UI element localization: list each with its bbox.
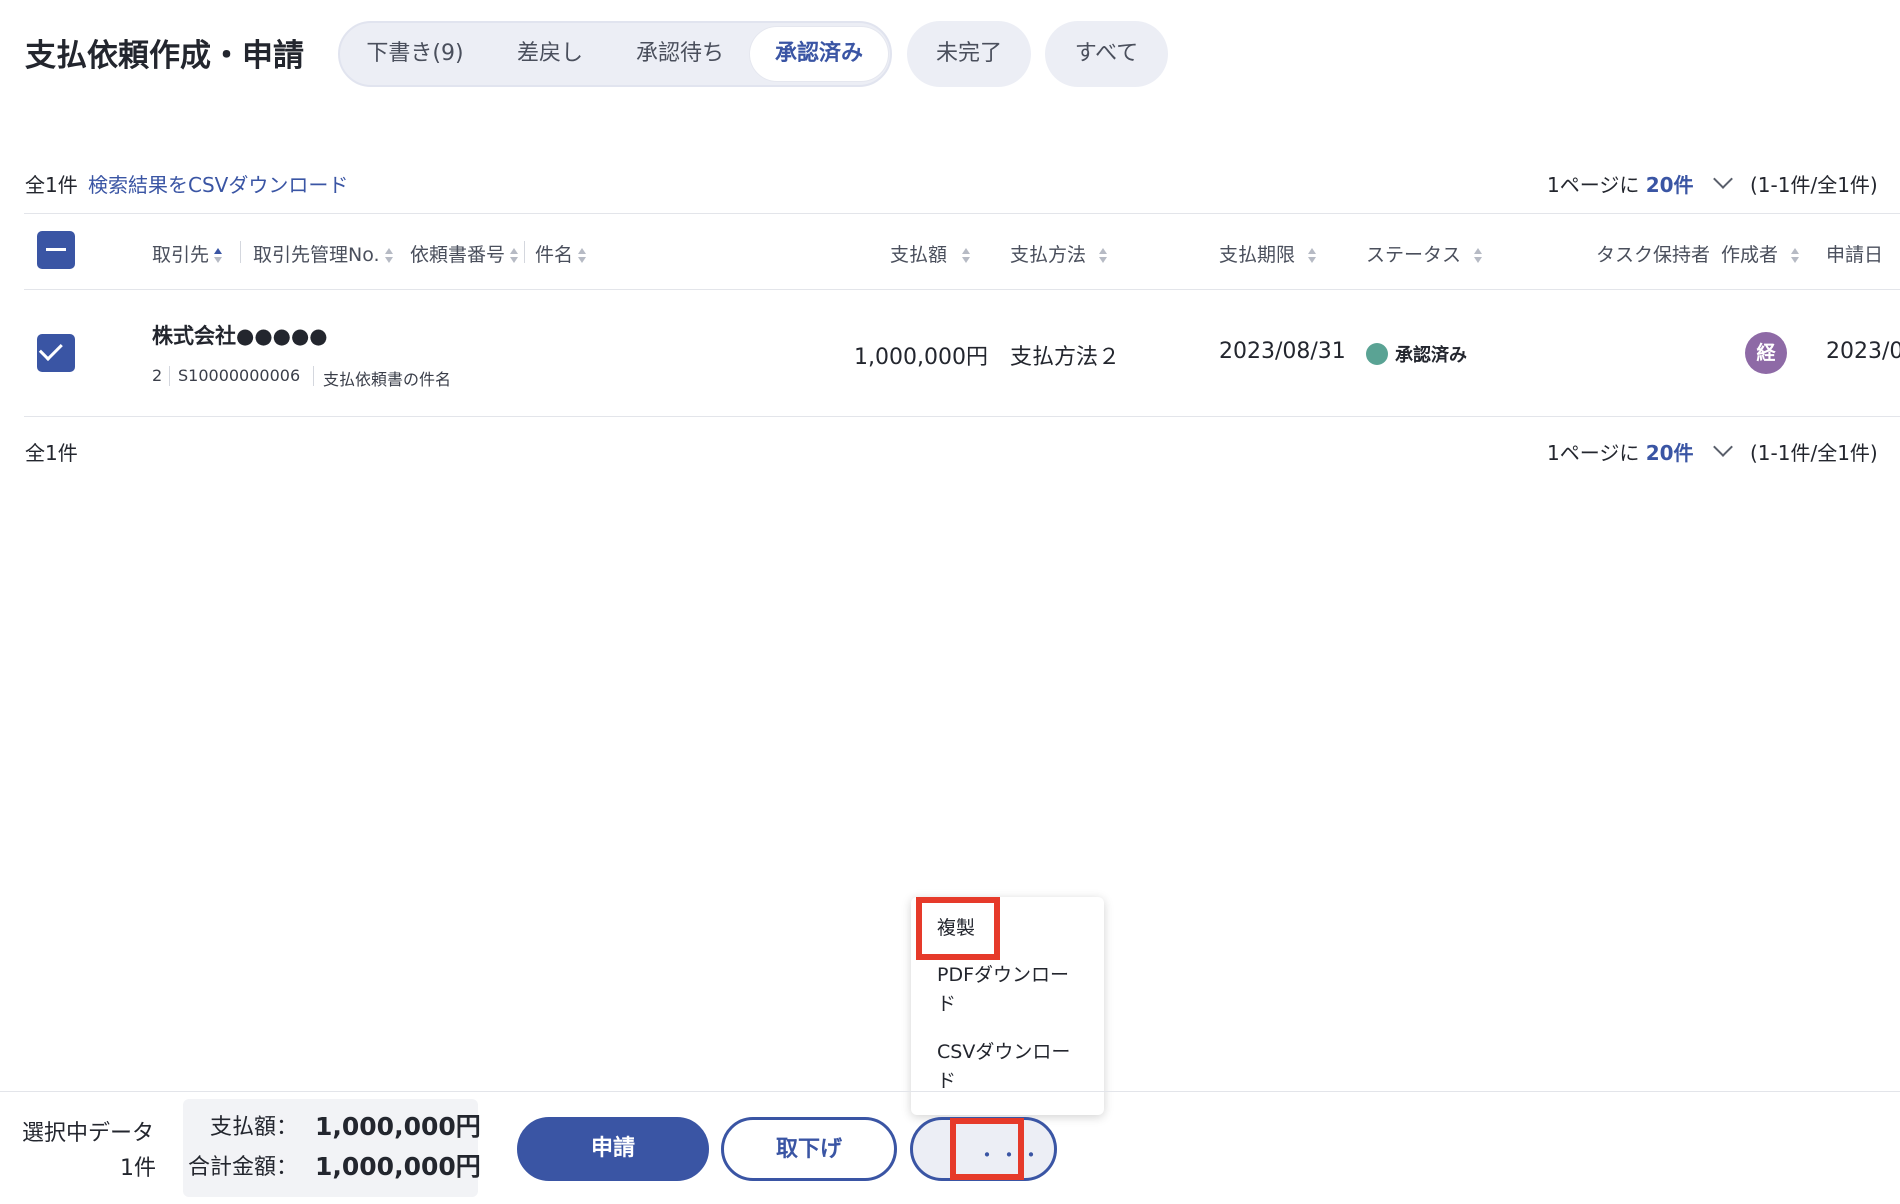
more-actions-menu: 複製 PDFダウンロード CSVダウンロード: [911, 897, 1104, 1115]
column-header-amount[interactable]: 支払額: [890, 240, 971, 267]
result-count-bottom: 全1件: [25, 441, 78, 465]
chevron-down-icon[interactable]: [1713, 437, 1733, 457]
divider: [24, 416, 1900, 417]
per-page-prefix: 1ページに: [1547, 173, 1640, 197]
column-separator: [524, 241, 525, 263]
menu-item-csv-download[interactable]: CSVダウンロード: [937, 1038, 1087, 1096]
method-cell: 支払方法２: [1010, 345, 1121, 370]
total-value: 1,000,000円: [315, 1152, 481, 1181]
column-header-vendor[interactable]: 取引先: [152, 240, 223, 267]
creator-avatar: 経: [1745, 332, 1787, 374]
more-dots-icon: ・・・: [977, 1143, 1043, 1167]
sort-icon: [577, 247, 587, 265]
sort-icon: [1790, 247, 1800, 265]
per-page-selector-bottom[interactable]: 1ページに 20件: [1547, 437, 1694, 466]
more-actions-highlight[interactable]: ・・・: [950, 1118, 1041, 1180]
csv-download-link[interactable]: 検索結果をCSVダウンロード: [88, 169, 348, 198]
divider: [24, 289, 1900, 290]
column-header-request-no[interactable]: 依頼書番号: [410, 240, 519, 267]
apply-button[interactable]: 申請: [517, 1117, 709, 1181]
sort-icon: [1307, 247, 1317, 265]
selected-data-label: 選択中データ: [22, 1121, 155, 1146]
tab-returned[interactable]: 差戻し: [490, 23, 610, 85]
status-badge: 承認済み: [1395, 345, 1467, 366]
divider: [24, 213, 1900, 214]
page-range-bottom: (1-1件/全1件): [1750, 441, 1878, 465]
page-range: (1-1件/全1件): [1750, 173, 1878, 197]
tab-draft[interactable]: 下書き(9): [340, 23, 490, 85]
column-header-vendor-no[interactable]: 取引先管理No.: [253, 240, 394, 267]
vendor-name[interactable]: 株式会社●●●●●: [152, 320, 328, 350]
separator: [169, 366, 170, 386]
column-header-apply-date[interactable]: 申請日: [1826, 240, 1883, 267]
menu-item-pdf-download[interactable]: PDFダウンロード: [937, 961, 1087, 1019]
apply-date-cell: 2023/0: [1826, 339, 1900, 364]
amount-cell: 1,000,000円: [854, 345, 988, 370]
withdraw-button[interactable]: 取下げ: [721, 1117, 897, 1181]
tab-pending[interactable]: 承認待ち: [610, 23, 750, 85]
column-header-method[interactable]: 支払方法: [1010, 240, 1108, 267]
row-checkbox[interactable]: [37, 334, 75, 372]
total-label: 合計金額：: [187, 1155, 298, 1180]
select-all-checkbox[interactable]: [37, 231, 75, 269]
menu-item-duplicate[interactable]: 複製: [937, 914, 1087, 943]
tab-all[interactable]: すべて: [1045, 21, 1168, 87]
column-header-status[interactable]: ステータス: [1366, 240, 1483, 267]
sort-icon: [213, 247, 223, 265]
per-page-value: 20件: [1645, 173, 1694, 197]
status-dot-icon: [1366, 343, 1388, 365]
due-cell: 2023/08/31: [1219, 339, 1346, 364]
column-separator: [240, 241, 241, 263]
per-page-selector[interactable]: 1ページに 20件: [1547, 169, 1694, 198]
column-header-due[interactable]: 支払期限: [1219, 240, 1317, 267]
sort-icon: [384, 247, 394, 265]
column-header-task-owner: タスク保持者: [1596, 244, 1711, 266]
sort-icon: [1098, 247, 1108, 265]
amount-value: 1,000,000円: [315, 1112, 481, 1141]
page-title: 支払依頼作成・申請: [25, 38, 304, 74]
vendor-no: 2: [152, 366, 163, 385]
sort-icon: [961, 247, 971, 265]
tab-incomplete[interactable]: 未完了: [907, 21, 1031, 87]
status-tabs: 下書き(9) 差戻し 承認待ち 承認済み: [338, 21, 892, 87]
chevron-down-icon[interactable]: [1713, 169, 1733, 189]
subject: 支払依頼書の件名: [323, 370, 452, 389]
separator: [313, 366, 314, 386]
sort-icon: [1473, 247, 1483, 265]
amount-label: 支払額：: [209, 1115, 298, 1140]
result-count: 全1件: [25, 173, 78, 197]
amount-summary: 支払額： 1,000,000円 合計金額： 1,000,000円: [183, 1099, 481, 1197]
request-no: S10000000006: [178, 366, 301, 385]
sort-icon: [509, 247, 519, 265]
selected-data-count: 1件: [120, 1156, 156, 1181]
tab-approved[interactable]: 承認済み: [750, 27, 888, 81]
column-header-subject[interactable]: 件名: [535, 240, 587, 267]
bottom-bar-divider: [0, 1091, 1900, 1092]
column-header-creator[interactable]: 作成者: [1721, 240, 1800, 267]
